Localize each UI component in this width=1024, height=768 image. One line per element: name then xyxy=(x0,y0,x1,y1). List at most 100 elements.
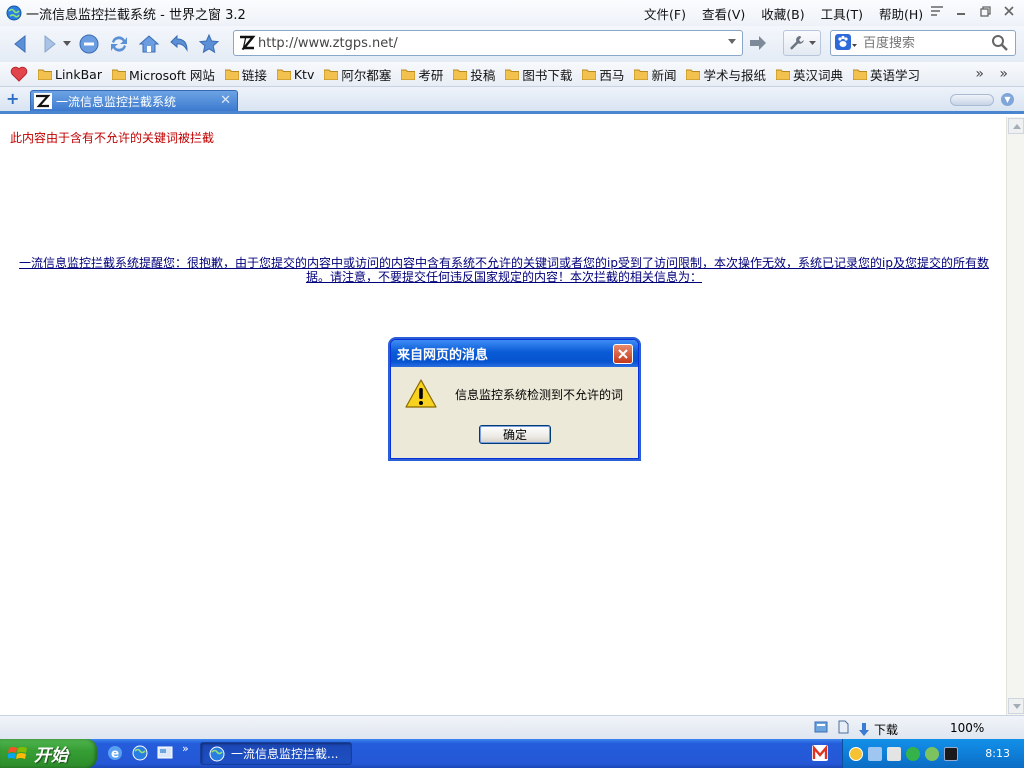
close-window-icon[interactable] xyxy=(1002,4,1016,18)
bookmarks-overflow-icon[interactable]: » xyxy=(975,66,984,82)
menu-help[interactable]: 帮助(H) xyxy=(871,4,931,23)
ok-button[interactable]: 确定 xyxy=(479,425,551,444)
start-button[interactable]: 开始 xyxy=(0,739,97,768)
tray-security-icon[interactable] xyxy=(906,746,920,761)
alert-dialog: 来自网页的消息 信息监控系统检测到不允许的词 确定 xyxy=(390,339,639,459)
site-favicon-icon xyxy=(240,35,256,51)
tab-scroll-pill[interactable] xyxy=(950,94,994,106)
back-button[interactable] xyxy=(8,31,34,57)
bookmark-folder[interactable]: 考研 xyxy=(401,65,443,84)
start-label: 开始 xyxy=(34,746,68,766)
minimize-icon[interactable] xyxy=(954,4,968,18)
forward-button[interactable] xyxy=(36,31,62,57)
page-info-icon[interactable] xyxy=(814,720,828,734)
bookmark-folder[interactable]: 英汉词典 xyxy=(775,65,843,84)
bookmark-folder[interactable]: 链接 xyxy=(224,65,267,84)
status-bar: 下载 100% xyxy=(0,715,1024,739)
tray-player-icon[interactable] xyxy=(944,746,958,761)
dialog-title-bar[interactable]: 来自网页的消息 xyxy=(391,340,638,367)
scroll-up-arrow[interactable] xyxy=(1008,118,1024,134)
tab-active[interactable]: 一流信息监控拦截系统 ✕ xyxy=(30,90,238,111)
folder-icon xyxy=(276,69,291,80)
scroll-down-arrow[interactable] xyxy=(1008,698,1024,714)
bookmark-folder[interactable]: Microsoft 网站 xyxy=(111,65,215,84)
taskbar: 开始 e » 一流信息监控拦截... 8:13 xyxy=(0,739,1024,768)
tray-clock-app-icon[interactable] xyxy=(849,746,863,761)
dialog-close-button[interactable] xyxy=(613,344,633,364)
folder-icon xyxy=(111,69,126,80)
undo-close-button[interactable] xyxy=(166,31,192,57)
folder-icon xyxy=(453,69,468,80)
new-tab-plus-icon[interactable]: + xyxy=(6,91,22,107)
status-icons xyxy=(814,720,850,734)
bookmark-folder[interactable]: 西马 xyxy=(582,65,624,84)
menu-view[interactable]: 查看(V) xyxy=(694,4,753,23)
ie-icon[interactable]: e xyxy=(106,744,124,762)
bookmark-folder[interactable]: LinkBar xyxy=(38,67,102,82)
navigation-toolbar xyxy=(0,26,1024,62)
svg-text:e: e xyxy=(111,747,119,761)
tray-network-icon[interactable] xyxy=(868,746,882,761)
bookmark-folder[interactable]: 阿尔都塞 xyxy=(324,65,391,84)
bookmark-folder[interactable]: 新闻 xyxy=(634,65,676,84)
notice-line: 一流信息监控拦截系统提醒您：很抱歉，由于您提交的内容中或访问的内容中含有系统不允… xyxy=(19,256,989,270)
mail-m-icon[interactable] xyxy=(812,744,828,762)
go-button[interactable] xyxy=(746,32,770,54)
folder-icon xyxy=(38,69,52,80)
history-dropdown[interactable] xyxy=(62,31,72,57)
vertical-scrollbar[interactable] xyxy=(1006,117,1024,715)
heart-icon[interactable] xyxy=(10,66,28,82)
tray-update-icon[interactable] xyxy=(925,746,939,761)
search-box[interactable] xyxy=(830,30,1016,56)
bookmark-label: 英汉词典 xyxy=(792,67,843,83)
zoom-control[interactable]: 100% xyxy=(950,721,984,735)
chevron-down-icon xyxy=(63,41,71,46)
address-bar[interactable] xyxy=(233,30,743,56)
toolbar-overflow-icon[interactable]: » xyxy=(999,66,1008,82)
star-icon xyxy=(198,33,220,54)
search-icon[interactable] xyxy=(991,34,1009,52)
show-desktop-icon[interactable] xyxy=(156,744,174,762)
folder-icon xyxy=(686,69,701,80)
home-button[interactable] xyxy=(136,31,162,57)
wrench-icon xyxy=(790,36,804,50)
tools-button[interactable] xyxy=(783,30,821,56)
browser-globe-icon xyxy=(6,5,22,21)
bookmark-folder[interactable]: Ktv xyxy=(276,66,315,82)
notice-link[interactable]: 一流信息监控拦截系统提醒您：很抱歉，由于您提交的内容中或访问的内容中含有系统不允… xyxy=(14,256,994,284)
folder-icon xyxy=(582,69,597,80)
bookmark-folder[interactable]: 英语学习 xyxy=(852,65,920,84)
restore-icon[interactable] xyxy=(978,4,992,18)
bookmark-label: Ktv xyxy=(293,66,315,82)
menu-tools[interactable]: 工具(T) xyxy=(813,4,871,23)
bookmark-label: 阿尔都塞 xyxy=(341,67,392,83)
favorites-button[interactable] xyxy=(196,31,222,57)
download-arrow-icon xyxy=(859,722,869,736)
url-dropdown-icon[interactable] xyxy=(728,39,736,44)
taskbar-window-button[interactable]: 一流信息监控拦截... xyxy=(200,742,352,765)
bookmark-label: LinkBar xyxy=(55,66,102,82)
menu-file[interactable]: 文件(F) xyxy=(636,4,694,23)
browser-globe-icon[interactable] xyxy=(131,744,149,762)
close-tab-icon[interactable]: ✕ xyxy=(220,93,231,108)
document-icon[interactable] xyxy=(836,720,850,734)
bookmarks-bar: LinkBar Microsoft 网站 链接 Ktv 阿尔都塞 考研 投稿 图… xyxy=(0,62,1024,87)
bookmark-folder[interactable]: 投稿 xyxy=(453,65,495,84)
home-icon xyxy=(138,35,160,53)
tab-menu-icon[interactable]: ▼ xyxy=(1001,93,1014,106)
search-input[interactable] xyxy=(863,35,983,51)
bookmark-folder[interactable]: 图书下载 xyxy=(505,65,572,84)
tab-title: 一流信息监控拦截系统 xyxy=(56,94,177,109)
bookmark-folder[interactable]: 学术与报纸 xyxy=(686,65,766,84)
folder-icon xyxy=(852,69,867,80)
tray-volume-icon[interactable] xyxy=(887,746,901,761)
options-icon[interactable] xyxy=(930,4,944,18)
menu-favorites[interactable]: 收藏(B) xyxy=(753,4,812,23)
stop-button[interactable] xyxy=(76,31,102,57)
baidu-paw-icon[interactable] xyxy=(835,34,857,52)
quick-launch-overflow-icon[interactable]: » xyxy=(182,742,189,755)
zoom-level: 100% xyxy=(950,721,985,735)
url-input[interactable] xyxy=(258,35,718,51)
download-button[interactable]: 下载 xyxy=(858,721,898,738)
refresh-button[interactable] xyxy=(106,31,132,57)
